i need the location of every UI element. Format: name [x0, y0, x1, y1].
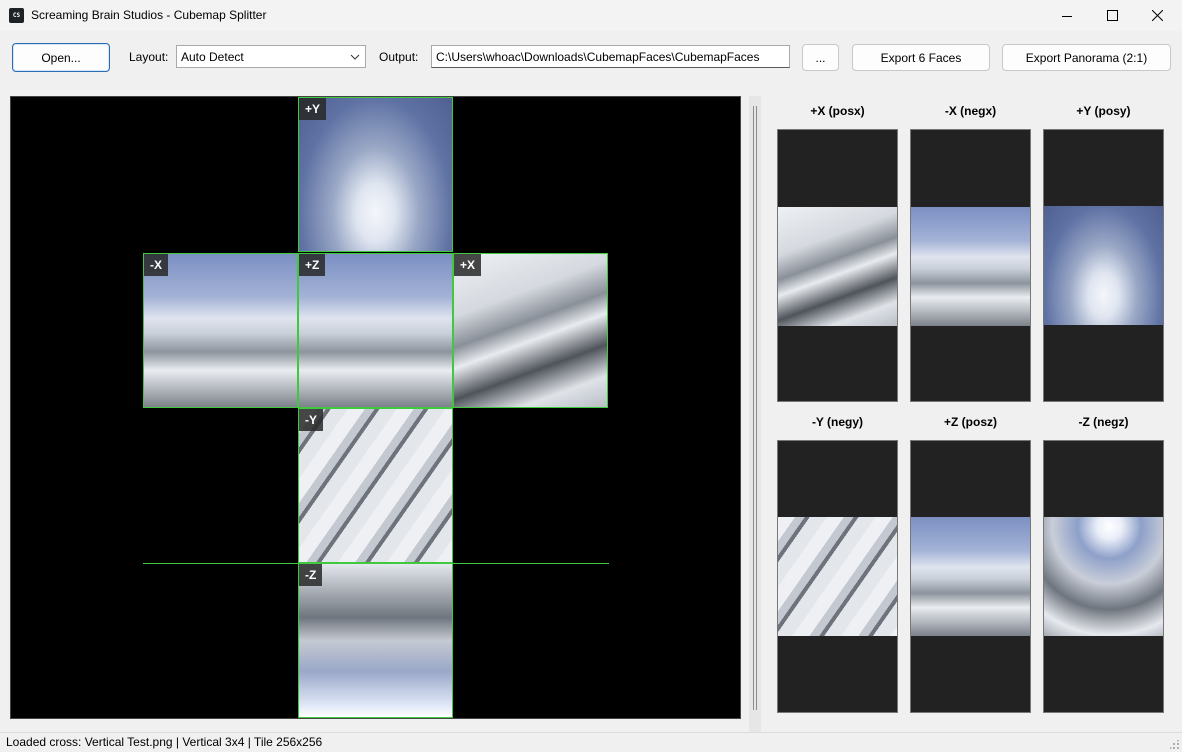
close-button[interactable]	[1134, 0, 1180, 31]
tile-label: -X	[144, 254, 168, 276]
tile-label: +X	[454, 254, 482, 276]
tile-label: -Z	[299, 564, 323, 586]
chevron-down-icon	[350, 54, 360, 60]
face-title-negx: -X (negx)	[944, 104, 997, 118]
splitter-grip	[756, 106, 757, 710]
layout-label: Layout:	[129, 50, 169, 64]
export-panorama-button[interactable]: Export Panorama (2:1)	[1002, 44, 1171, 71]
tile-neg-z[interactable]: -Z	[298, 563, 453, 718]
face-image	[778, 517, 897, 636]
minimize-button[interactable]	[1044, 0, 1090, 31]
tile-label: +Z	[299, 254, 326, 276]
face-title-posy: +Y (posy)	[1076, 104, 1131, 118]
output-path-field[interactable]: C:\Users\whoac\Downloads\CubemapFaces\Cu…	[431, 45, 790, 68]
layout-dropdown[interactable]: Auto Detect	[176, 45, 366, 68]
face-image	[911, 207, 1030, 326]
face-title-posx: +X (posx)	[810, 104, 865, 118]
face-preview-negz	[1043, 440, 1164, 713]
splitter-grip	[753, 106, 754, 710]
output-path-value: C:\Users\whoac\Downloads\CubemapFaces\Cu…	[436, 50, 760, 64]
face-image	[1044, 206, 1163, 325]
face-title-posz: +Z (posz)	[944, 415, 997, 429]
tile-label: +Y	[299, 98, 327, 120]
resize-grip-icon[interactable]	[1170, 740, 1180, 750]
tile-label: -Y	[299, 409, 323, 431]
tile-pos-x[interactable]: +X	[453, 253, 608, 408]
tile-pos-y[interactable]: +Y	[298, 97, 453, 252]
maximize-icon	[1106, 10, 1118, 21]
export-faces-button[interactable]: Export 6 Faces	[852, 44, 990, 71]
face-image	[778, 207, 897, 326]
layout-dropdown-value: Auto Detect	[181, 50, 244, 64]
status-bar: Loaded cross: Vertical Test.png | Vertic…	[0, 732, 1182, 752]
grid-line	[143, 563, 609, 564]
tile-neg-y[interactable]: -Y	[298, 408, 453, 563]
face-preview-panel: +X (posx) -X (negx) +Y (posy) -Y (negy) …	[763, 87, 1182, 732]
face-preview-posy	[1043, 129, 1164, 402]
face-title-negz: -Z (negz)	[1078, 415, 1129, 429]
output-label: Output:	[379, 50, 419, 64]
tile-neg-x[interactable]: -X	[143, 253, 298, 408]
face-preview-negy	[777, 440, 898, 713]
window-title: Screaming Brain Studios - Cubemap Splitt…	[31, 8, 267, 22]
status-text: Loaded cross: Vertical Test.png | Vertic…	[6, 735, 323, 749]
open-button[interactable]: Open...	[12, 43, 110, 72]
face-preview-posx	[777, 129, 898, 402]
maximize-button[interactable]	[1089, 0, 1135, 31]
face-title-negy: -Y (negy)	[811, 415, 864, 429]
face-image	[911, 517, 1030, 636]
close-icon	[1151, 10, 1163, 21]
tile-pos-z[interactable]: +Z	[298, 253, 453, 408]
minimize-icon	[1062, 15, 1072, 17]
panel-splitter[interactable]	[749, 96, 761, 732]
browse-button[interactable]: ...	[802, 44, 839, 71]
cubemap-canvas[interactable]: +Y -X +Z +X -Y -Z	[10, 96, 741, 719]
face-preview-posz	[910, 440, 1031, 713]
app-icon: CS	[9, 8, 24, 23]
face-preview-negx	[910, 129, 1031, 402]
title-bar: CS Screaming Brain Studios - Cubemap Spl…	[0, 0, 1182, 31]
face-image	[1044, 517, 1163, 636]
